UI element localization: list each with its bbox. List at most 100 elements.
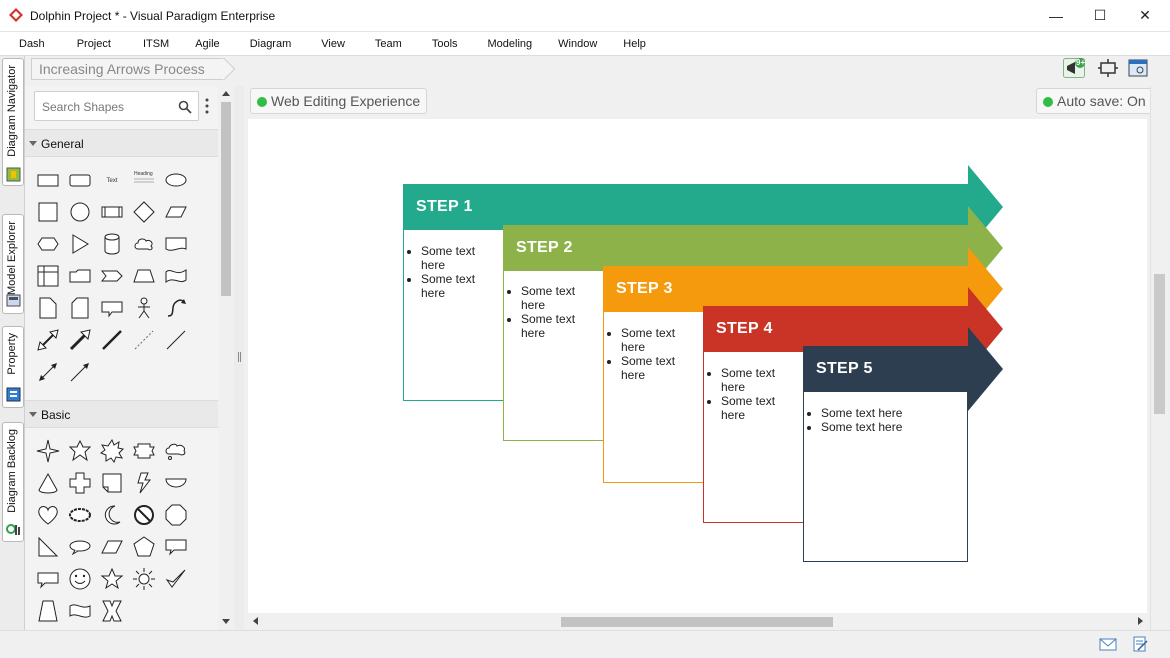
mail-icon[interactable] <box>1099 636 1117 652</box>
diamond-shape[interactable] <box>132 200 156 224</box>
menu-modeling[interactable]: Modeling <box>470 38 545 50</box>
cone-shape[interactable] <box>36 471 60 495</box>
smiley-shape[interactable] <box>68 567 92 591</box>
card-shape[interactable] <box>68 296 92 320</box>
search-shapes-input[interactable]: Search Shapes <box>34 91 199 121</box>
trapezoid-tall-shape[interactable] <box>36 599 60 623</box>
document-shape[interactable] <box>164 232 188 256</box>
scroll-up-icon[interactable] <box>222 91 230 96</box>
canvas-horizontal-scrollbar[interactable] <box>248 613 1147 630</box>
block-arrow-shape[interactable] <box>68 328 92 352</box>
breadcrumb[interactable]: Increasing Arrows Process <box>31 58 224 80</box>
layout-icon[interactable] <box>1127 58 1149 78</box>
scroll-left-icon[interactable] <box>253 617 258 625</box>
slanted-parallelogram-shape[interactable] <box>100 535 124 559</box>
scrollbar-thumb[interactable] <box>561 617 833 627</box>
triangle-shape[interactable] <box>68 232 92 256</box>
step-1-arrow[interactable]: STEP 1 <box>403 184 968 230</box>
heading-shape[interactable]: Heading <box>132 166 156 190</box>
menu-window[interactable]: Window <box>544 38 609 50</box>
menu-help[interactable]: Help <box>609 38 658 50</box>
menu-diagram[interactable]: Diagram <box>232 38 304 50</box>
diagram-canvas[interactable]: Some text hereSome text here STEP 1 Some… <box>248 119 1147 613</box>
folded-corner-shape[interactable] <box>100 471 124 495</box>
oval-callout-shape[interactable] <box>68 535 92 559</box>
ribbon-shape[interactable] <box>132 439 156 463</box>
close-button[interactable]: ✕ <box>1122 0 1168 31</box>
burst-shape[interactable] <box>100 439 124 463</box>
wave-shape[interactable] <box>164 264 188 288</box>
scrollbar-thumb[interactable] <box>1154 274 1165 414</box>
step-5-arrow[interactable]: STEP 5 <box>803 346 968 392</box>
cross-shape[interactable] <box>68 471 92 495</box>
menu-dash[interactable]: Dash <box>7 38 57 50</box>
line-shape[interactable] <box>164 328 188 352</box>
actor-shape[interactable] <box>132 296 156 320</box>
dashed-line-shape[interactable] <box>132 328 156 352</box>
maximize-button[interactable]: ☐ <box>1077 0 1123 31</box>
shape-panel-scrollbar[interactable] <box>218 86 233 630</box>
four-point-star-shape[interactable] <box>36 439 60 463</box>
wave-flag-shape[interactable] <box>68 599 92 623</box>
double-arrow-shape[interactable] <box>36 328 60 352</box>
step-2-arrow[interactable]: STEP 2 <box>503 225 968 271</box>
tab-diagram-backlog[interactable]: Diagram Backlog <box>2 422 24 542</box>
star-shape[interactable] <box>68 439 92 463</box>
text-shape[interactable]: Text <box>100 168 124 192</box>
heart-shape[interactable] <box>36 503 60 527</box>
callout-shape[interactable] <box>100 296 124 320</box>
search-icon[interactable] <box>178 100 192 114</box>
parallelogram-shape[interactable] <box>164 200 188 224</box>
section-basic[interactable]: Basic <box>25 400 218 428</box>
scalloped-shape[interactable] <box>68 503 92 527</box>
ellipse-shape[interactable] <box>164 168 188 192</box>
process-shape[interactable] <box>100 200 124 224</box>
menu-tools[interactable]: Tools <box>414 38 470 50</box>
menu-team[interactable]: Team <box>357 38 414 50</box>
menu-agile[interactable]: Agile <box>181 38 231 50</box>
section-general[interactable]: General <box>25 129 218 157</box>
menu-itsm[interactable]: ITSM <box>123 38 181 50</box>
scroll-down-icon[interactable] <box>222 619 230 624</box>
speech-callout-shape[interactable] <box>36 567 60 591</box>
pentagon-shape[interactable] <box>132 535 156 559</box>
splitter-grip-icon[interactable] <box>238 352 241 362</box>
curve-arrow-shape[interactable] <box>164 296 188 320</box>
rectangle-shape[interactable] <box>36 168 60 192</box>
checkmark-shape[interactable] <box>164 567 188 591</box>
note-shape[interactable] <box>36 296 60 320</box>
circle-shape[interactable] <box>68 200 92 224</box>
lightning-shape[interactable] <box>132 471 156 495</box>
cloud-callout-shape[interactable] <box>164 439 188 463</box>
trapezoid-shape[interactable] <box>132 264 156 288</box>
canvas-vertical-scrollbar[interactable] <box>1150 86 1168 630</box>
octagon-shape[interactable] <box>164 503 188 527</box>
cloud-shape[interactable] <box>132 232 156 256</box>
chevron-shape[interactable] <box>100 264 124 288</box>
five-point-star-shape[interactable] <box>100 567 124 591</box>
minimize-button[interactable]: — <box>1033 0 1079 31</box>
autosave-chip[interactable]: Auto save: On <box>1036 88 1153 114</box>
tab-model-explorer[interactable]: Model Explorer <box>2 214 24 314</box>
square-shape[interactable] <box>36 200 60 224</box>
fit-diagram-icon[interactable] <box>1097 58 1119 78</box>
right-triangle-shape[interactable] <box>36 535 60 559</box>
more-options-icon[interactable] <box>205 98 209 114</box>
tab-folder-shape[interactable] <box>68 264 92 288</box>
half-circle-shape[interactable] <box>164 471 188 495</box>
x-shape[interactable] <box>100 599 124 623</box>
panel-splitter[interactable] <box>234 86 244 630</box>
web-editing-chip[interactable]: Web Editing Experience <box>250 88 428 114</box>
sun-shape[interactable] <box>132 567 156 591</box>
scroll-right-icon[interactable] <box>1138 617 1143 625</box>
menu-view[interactable]: View <box>303 38 357 50</box>
cylinder-shape[interactable] <box>100 232 124 256</box>
menu-project[interactable]: Project <box>57 38 123 50</box>
thick-line-shape[interactable] <box>100 328 124 352</box>
rounded-rectangle-shape[interactable] <box>68 168 92 192</box>
table-shape[interactable] <box>36 264 60 288</box>
no-symbol-shape[interactable] <box>132 503 156 527</box>
tab-property[interactable]: Property <box>2 326 24 408</box>
document-edit-icon[interactable] <box>1131 636 1149 652</box>
connector-shape[interactable] <box>68 360 92 384</box>
